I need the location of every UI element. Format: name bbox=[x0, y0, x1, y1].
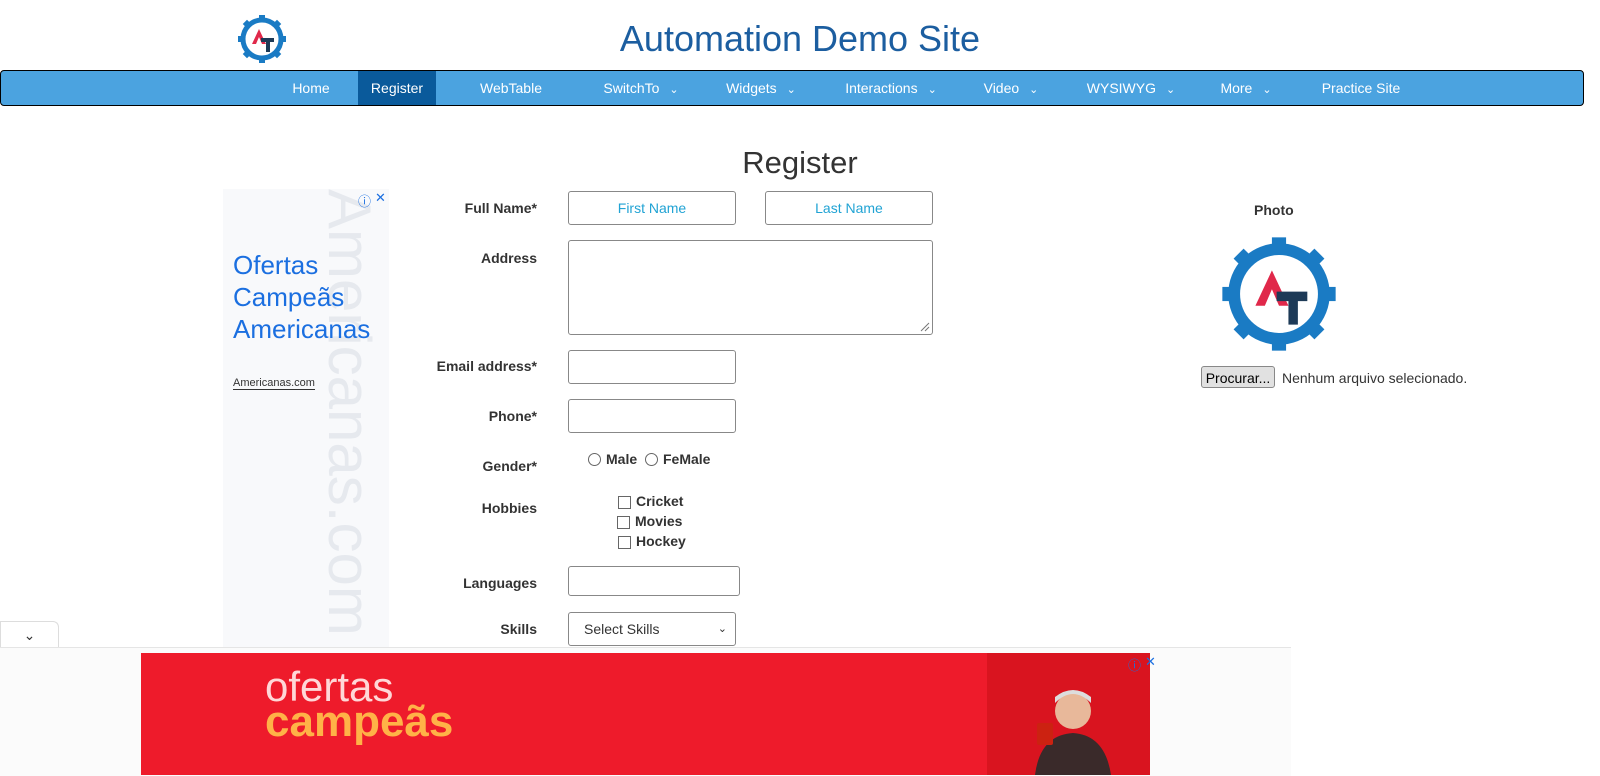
last-name-input[interactable]: Last Name bbox=[765, 191, 933, 225]
bottom-ad-line2: campeãs bbox=[265, 697, 454, 746]
nav-practice-site-label: Practice Site bbox=[1321, 80, 1401, 96]
ad-link[interactable]: Americanas.com bbox=[233, 377, 315, 390]
nav-widgets-label: Widgets bbox=[726, 80, 777, 96]
chevron-down-icon: ⌄ bbox=[1262, 84, 1272, 96]
skills-label: Skills bbox=[500, 621, 537, 637]
gender-male-label: Male bbox=[606, 451, 638, 467]
chevron-down-icon: ⌄ bbox=[23, 627, 36, 643]
hobbies-label: Hobbies bbox=[481, 500, 537, 516]
nav-video[interactable]: Video ⌄ bbox=[971, 71, 1051, 105]
address-label: Address bbox=[480, 250, 537, 266]
browse-file-button[interactable]: Procurar... bbox=[1201, 366, 1275, 388]
hobby-movies-label: Movies bbox=[635, 513, 683, 529]
nav-wysiwyg-label: WYSIWYG bbox=[1086, 80, 1156, 96]
chevron-down-icon: ⌄ bbox=[669, 84, 679, 96]
page-title: Register bbox=[742, 145, 858, 180]
ad-image bbox=[987, 653, 1150, 775]
nav-video-label: Video bbox=[983, 80, 1020, 96]
bottom-advertisement[interactable]: ofertas campeãs bbox=[141, 653, 1150, 775]
gender-male-radio[interactable] bbox=[588, 453, 601, 466]
nav-switchto[interactable]: SwitchTo ⌄ bbox=[591, 71, 691, 105]
first-name-input[interactable]: First Name bbox=[568, 191, 736, 225]
nav-more[interactable]: More ⌄ bbox=[1206, 71, 1286, 105]
photo-label: Photo bbox=[1254, 202, 1294, 218]
address-textarea[interactable] bbox=[568, 240, 933, 335]
hobby-hockey-checkbox[interactable] bbox=[618, 536, 631, 549]
file-status-text: Nenhum arquivo selecionado. bbox=[1282, 370, 1468, 386]
resize-handle-icon[interactable] bbox=[920, 322, 930, 332]
nav-interactions-label: Interactions bbox=[845, 80, 918, 96]
nav-register[interactable]: Register bbox=[358, 71, 436, 105]
hobby-cricket-checkbox[interactable] bbox=[618, 496, 631, 509]
chevron-down-icon: ⌄ bbox=[1029, 84, 1039, 96]
nav-widgets[interactable]: Widgets ⌄ bbox=[711, 71, 811, 105]
chevron-down-icon: ⌄ bbox=[786, 84, 796, 96]
nav-more-label: More bbox=[1220, 80, 1253, 96]
gender-female-radio[interactable] bbox=[645, 453, 658, 466]
nav-home[interactable]: Home bbox=[271, 71, 351, 105]
skills-selected-value: Select Skills bbox=[584, 621, 660, 637]
hobby-cricket-label: Cricket bbox=[636, 493, 684, 509]
chevron-down-icon: ⌄ bbox=[717, 623, 727, 635]
left-advertisement[interactable]: Americanas.com Ofertas Campeãs Americana… bbox=[223, 189, 389, 649]
bottom-ad-close-icon[interactable]: ✕ bbox=[1145, 654, 1156, 670]
phone-input[interactable] bbox=[568, 399, 736, 433]
ad-headline-line1: Ofertas bbox=[233, 250, 319, 280]
nav-webtable-label: WebTable bbox=[479, 80, 542, 96]
ad-headline-line3: Americanas bbox=[233, 314, 371, 344]
site-title: Automation Demo Site bbox=[619, 18, 981, 59]
languages-multiselect[interactable] bbox=[568, 566, 740, 596]
email-label: Email address* bbox=[436, 358, 537, 374]
nav-wysiwyg[interactable]: WYSIWYG ⌄ bbox=[1076, 71, 1186, 105]
hobby-hockey-label: Hockey bbox=[636, 533, 686, 549]
nav-practice-site[interactable]: Practice Site bbox=[1306, 71, 1416, 105]
person-image-icon bbox=[1035, 690, 1111, 775]
ad-info-icon[interactable]: ⓘ bbox=[358, 191, 371, 210]
gender-label: Gender* bbox=[482, 458, 537, 474]
ad-headline-line2: Campeãs bbox=[233, 282, 345, 312]
main-navbar: Home Register WebTable SwitchTo ⌄ Widgets… bbox=[0, 70, 1584, 106]
nav-webtable[interactable]: WebTable bbox=[471, 71, 551, 105]
bottom-ad-info-icon[interactable]: ⓘ bbox=[1128, 655, 1141, 674]
phone-label: Phone* bbox=[488, 408, 537, 424]
nav-interactions[interactable]: Interactions ⌄ bbox=[831, 71, 951, 105]
email-input[interactable] bbox=[568, 350, 736, 384]
hobby-movies-checkbox[interactable] bbox=[617, 516, 630, 529]
nav-register-label: Register bbox=[370, 80, 424, 96]
nav-home-label: Home bbox=[292, 80, 330, 96]
gender-female-label: FeMale bbox=[663, 451, 711, 467]
chevron-down-icon: ⌄ bbox=[927, 84, 937, 96]
languages-label: Languages bbox=[463, 575, 537, 591]
chevron-down-icon: ⌄ bbox=[1166, 84, 1176, 96]
full-name-label: Full Name* bbox=[464, 200, 537, 216]
skills-select[interactable]: Select Skills ⌄ bbox=[568, 612, 736, 646]
collapse-ad-button[interactable]: ⌄ bbox=[0, 621, 59, 648]
nav-switchto-label: SwitchTo bbox=[603, 80, 660, 96]
ad-headline: Ofertas Campeãs Americanas bbox=[233, 249, 370, 345]
photo-logo-icon bbox=[1222, 237, 1336, 351]
